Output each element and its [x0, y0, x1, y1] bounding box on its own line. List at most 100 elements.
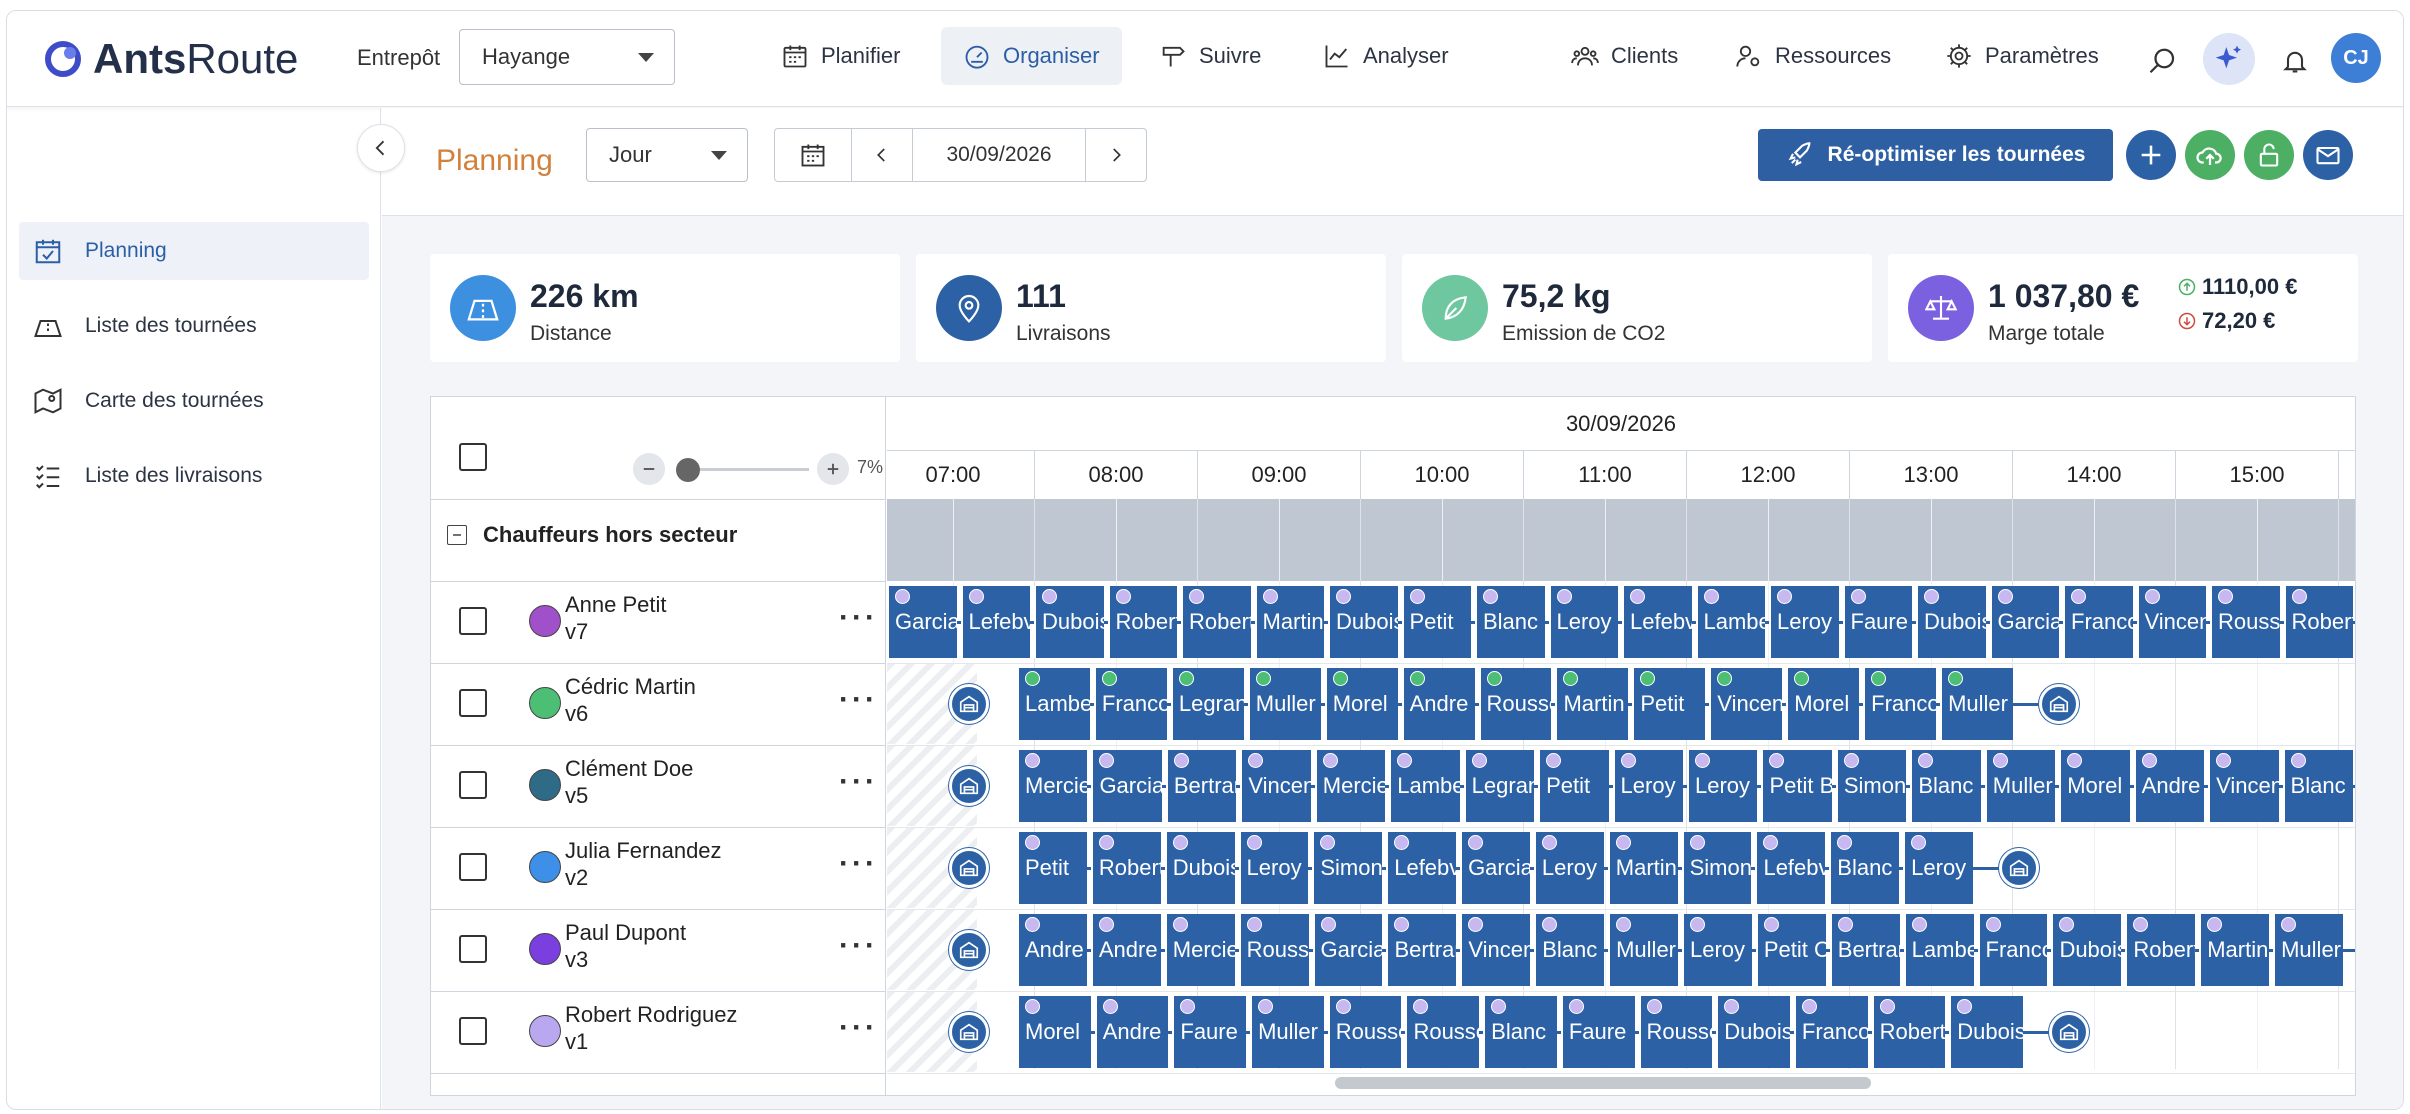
- depot-start-icon[interactable]: [949, 684, 989, 724]
- delivery-block[interactable]: Robert: [2283, 586, 2353, 658]
- delivery-block[interactable]: Bertrand: [1165, 750, 1237, 822]
- driver-menu-button[interactable]: ···: [839, 601, 878, 635]
- delivery-block[interactable]: Garcia: [1091, 750, 1162, 822]
- delivery-block[interactable]: Simon: [1312, 832, 1383, 904]
- delivery-block[interactable]: Vincent: [1240, 750, 1311, 822]
- warehouse-select[interactable]: Hayange: [459, 29, 675, 85]
- delivery-block[interactable]: Muller: [1247, 668, 1321, 740]
- delivery-block[interactable]: Morel: [2059, 750, 2130, 822]
- depot-start-icon[interactable]: [949, 848, 989, 888]
- nav-parametres[interactable]: Paramètres: [1923, 27, 2121, 85]
- nav-analyser[interactable]: Analyser: [1301, 27, 1471, 85]
- delivery-block[interactable]: Morel: [1786, 668, 1860, 740]
- depot-end-icon[interactable]: [1999, 848, 2039, 888]
- delivery-block[interactable]: Blanc: [1910, 750, 1981, 822]
- delivery-block[interactable]: Leroy: [1238, 832, 1309, 904]
- lock-button[interactable]: [2244, 130, 2294, 180]
- delivery-block[interactable]: Blanc: [1534, 914, 1605, 986]
- driver-menu-button[interactable]: ···: [839, 683, 878, 717]
- delivery-block[interactable]: Faure: [1172, 996, 1247, 1068]
- delivery-block[interactable]: Lefebvre: [1386, 832, 1457, 904]
- delivery-block[interactable]: Martin: [1254, 586, 1324, 658]
- zoom-slider-handle[interactable]: [676, 458, 701, 482]
- delivery-block[interactable]: Lefebvre: [1755, 832, 1826, 904]
- driver-checkbox[interactable]: [459, 771, 487, 799]
- depot-start-icon[interactable]: [949, 930, 989, 970]
- delivery-block[interactable]: Francois: [1093, 668, 1167, 740]
- delivery-block[interactable]: Garcia: [1312, 914, 1383, 986]
- delivery-block[interactable]: Leroy: [1682, 914, 1752, 986]
- delivery-block[interactable]: Robert: [1090, 832, 1161, 904]
- delivery-block[interactable]: Vincent: [1460, 914, 1531, 986]
- depot-end-icon[interactable]: [2039, 684, 2079, 724]
- user-avatar[interactable]: CJ: [2331, 33, 2381, 83]
- delivery-block[interactable]: Dubois: [1716, 996, 1790, 1068]
- delivery-block[interactable]: Blanc: [1475, 586, 1545, 658]
- delivery-block[interactable]: Petit: [1632, 668, 1706, 740]
- delivery-block[interactable]: Leroy: [1533, 832, 1604, 904]
- delivery-block[interactable]: Robert: [1107, 586, 1177, 658]
- sidebar-item-carte-tournees[interactable]: Carte des tournées: [19, 372, 369, 430]
- delivery-block[interactable]: Robert: [2125, 914, 2196, 986]
- search-button[interactable]: [2143, 41, 2183, 81]
- delivery-block[interactable]: Dubois: [1034, 586, 1104, 658]
- delivery-block[interactable]: Legrand: [1463, 750, 1535, 822]
- delivery-block[interactable]: Martin: [2199, 914, 2270, 986]
- horizontal-scrollbar[interactable]: [1335, 1077, 1871, 1089]
- delivery-block[interactable]: Faure: [1560, 996, 1635, 1068]
- next-day-button[interactable]: [1085, 128, 1147, 182]
- depot-start-icon[interactable]: [949, 1012, 989, 1052]
- nav-clients[interactable]: Clients: [1549, 27, 1700, 85]
- delivery-block[interactable]: Bertrand: [1829, 914, 1900, 986]
- delivery-block[interactable]: Mercier: [1017, 750, 1088, 822]
- delivery-block[interactable]: Garcia: [1460, 832, 1530, 904]
- delivery-block[interactable]: Vincent: [2208, 750, 2279, 822]
- delivery-block[interactable]: Rousseau: [1478, 668, 1552, 740]
- add-button[interactable]: [2126, 130, 2176, 180]
- nav-suivre[interactable]: Suivre: [1137, 27, 1283, 85]
- delivery-block[interactable]: Morel: [1324, 668, 1398, 740]
- sidebar-item-liste-livraisons[interactable]: Liste des livraisons: [19, 447, 369, 505]
- nav-ressources[interactable]: Ressources: [1713, 27, 1913, 85]
- delivery-block[interactable]: Mercier: [1164, 914, 1235, 986]
- delivery-block[interactable]: Rousseau: [1638, 996, 1713, 1068]
- delivery-block[interactable]: Andre: [1401, 668, 1475, 740]
- driver-menu-button[interactable]: ···: [839, 765, 878, 799]
- delivery-block[interactable]: Lambert: [1389, 750, 1460, 822]
- delivery-block[interactable]: Dubois: [1328, 586, 1398, 658]
- delivery-block[interactable]: Vincent: [2136, 586, 2206, 658]
- delivery-block[interactable]: Francois: [1863, 668, 1937, 740]
- delivery-block[interactable]: Dubois: [2051, 914, 2122, 986]
- sidebar-item-planning[interactable]: Planning: [19, 222, 369, 280]
- delivery-block[interactable]: Rousseau: [1238, 914, 1309, 986]
- delivery-block[interactable]: Dubois: [1949, 996, 2023, 1068]
- delivery-block[interactable]: Lefebvre: [960, 586, 1030, 658]
- calendar-button[interactable]: [774, 128, 852, 182]
- delivery-block[interactable]: Petit: [1017, 832, 1087, 904]
- delivery-block[interactable]: Blanc: [2282, 750, 2353, 822]
- delivery-block[interactable]: Lefebvre: [1622, 586, 1692, 658]
- delivery-block[interactable]: Blanc: [1483, 996, 1557, 1068]
- delivery-block[interactable]: Garcia: [887, 586, 957, 658]
- delivery-block[interactable]: Legrand: [1170, 668, 1244, 740]
- driver-checkbox[interactable]: [459, 689, 487, 717]
- delivery-block[interactable]: Robert: [1181, 586, 1251, 658]
- delivery-block[interactable]: Martin: [1607, 832, 1678, 904]
- collapse-sidebar-button[interactable]: [357, 124, 405, 172]
- delivery-block[interactable]: Simon: [1835, 750, 1907, 822]
- delivery-block[interactable]: Leroy: [1769, 586, 1839, 658]
- delivery-block[interactable]: Bertrand: [1386, 914, 1457, 986]
- nav-planifier[interactable]: Planifier: [759, 27, 922, 85]
- ai-assistant-button[interactable]: [2203, 33, 2255, 85]
- select-all-checkbox[interactable]: [459, 443, 487, 471]
- delivery-block[interactable]: Rousseau: [1405, 996, 1480, 1068]
- view-select[interactable]: Jour: [586, 128, 748, 182]
- collapse-group-button[interactable]: [447, 525, 467, 545]
- delivery-block[interactable]: Martin: [1555, 668, 1629, 740]
- delivery-block[interactable]: Simon: [1681, 832, 1752, 904]
- previous-day-button[interactable]: [851, 128, 913, 182]
- delivery-block[interactable]: Dubois: [1916, 586, 1986, 658]
- delivery-block[interactable]: Muller: [1940, 668, 2013, 740]
- delivery-block[interactable]: Leroy: [1548, 586, 1618, 658]
- delivery-block[interactable]: Faure: [1842, 586, 1912, 658]
